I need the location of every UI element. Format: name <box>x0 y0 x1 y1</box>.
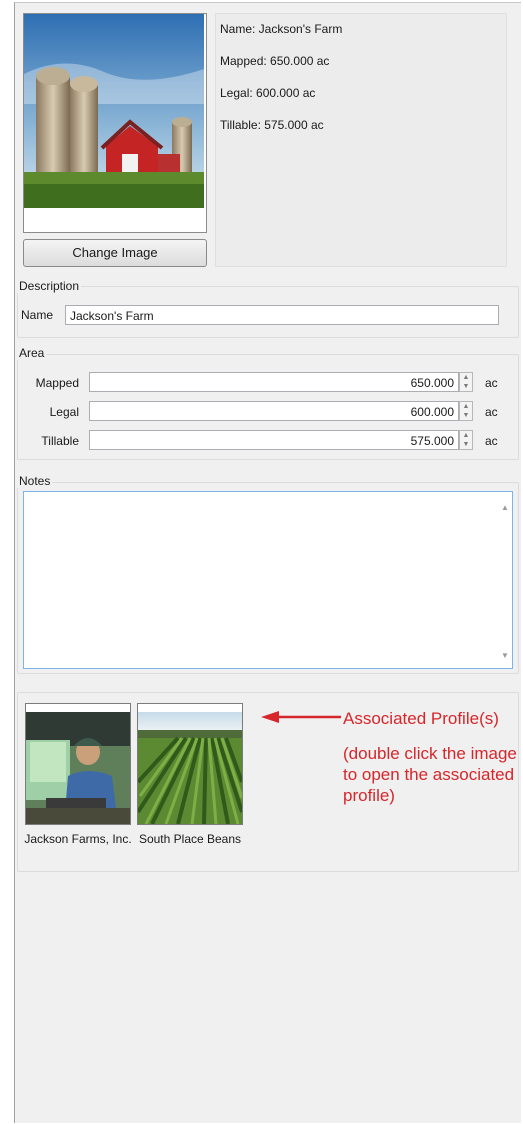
name-label: Name <box>21 308 54 322</box>
bean-field-photo <box>138 712 242 824</box>
summary-legal: Legal: 600.000 ac <box>220 86 316 100</box>
farm-summary: Name: Jackson's Farm Mapped: 650.000 ac … <box>215 13 507 267</box>
notes-legend: Notes <box>17 474 53 488</box>
legal-spinner[interactable]: ▲ ▼ <box>459 401 473 421</box>
tillable-label: Tillable <box>41 434 79 448</box>
farm-photo <box>24 14 204 208</box>
area-legend: Area <box>17 346 47 360</box>
profile-thumbnail-jackson-farms[interactable] <box>25 703 131 825</box>
scroll-down-arrow-icon[interactable]: ▼ <box>501 651 509 660</box>
summary-name: Name: Jackson's Farm <box>220 22 343 36</box>
profile-thumbnail-south-place-beans[interactable] <box>137 703 243 825</box>
associated-profiles-hint: (double click the image to open the asso… <box>343 744 517 805</box>
mapped-label: Mapped <box>35 376 79 390</box>
scroll-up-arrow-icon[interactable]: ▲ <box>501 503 509 512</box>
legal-input[interactable]: 600.000 <box>89 401 459 421</box>
description-legend: Description <box>17 279 82 293</box>
profile-caption-south-place-beans: South Place Beans <box>138 832 242 846</box>
profile-caption-jackson-farms: Jackson Farms, Inc. <box>24 832 132 846</box>
notes-textarea[interactable] <box>23 491 513 669</box>
mapped-unit: ac <box>485 376 498 390</box>
tillable-input[interactable]: 575.000 <box>89 430 459 450</box>
summary-mapped: Mapped: 650.000 ac <box>220 54 330 68</box>
tillable-spinner[interactable]: ▲ ▼ <box>459 430 473 450</box>
annotation-arrow-icon <box>261 711 341 723</box>
mapped-input[interactable]: 650.000 <box>89 372 459 392</box>
tillable-unit: ac <box>485 434 498 448</box>
farm-details-panel: Change Image Name: Jackson's Farm Mapped… <box>14 2 521 1123</box>
mapped-spinner[interactable]: ▲ ▼ <box>459 372 473 392</box>
associated-profiles-annotation: Associated Profile(s) <box>343 709 499 728</box>
summary-tillable: Tillable: 575.000 ac <box>220 118 324 132</box>
name-input[interactable]: Jackson's Farm <box>65 305 499 325</box>
farm-image <box>23 13 207 233</box>
farmer-photo <box>26 712 130 824</box>
legal-unit: ac <box>485 405 498 419</box>
change-image-button[interactable]: Change Image <box>23 239 207 267</box>
legal-label: Legal <box>49 405 79 419</box>
